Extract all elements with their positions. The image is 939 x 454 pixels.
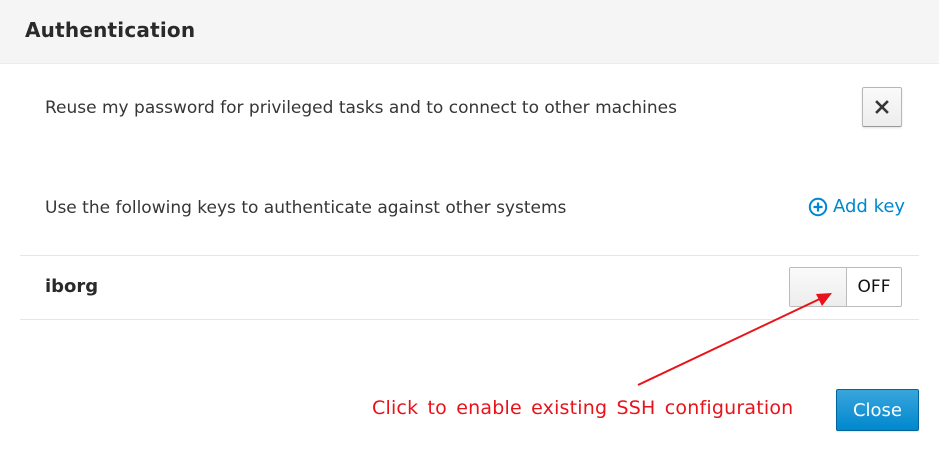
annotation-text: Click to enable existing SSH configurati… bbox=[372, 397, 794, 419]
toggle-state-label: OFF bbox=[857, 277, 891, 297]
authentication-dialog: Authentication Reuse my password for pri… bbox=[0, 0, 939, 454]
reuse-password-label: Reuse my password for privileged tasks a… bbox=[45, 98, 677, 118]
close-button[interactable]: Close bbox=[836, 389, 919, 431]
dialog-title: Authentication bbox=[25, 18, 196, 42]
add-key-link[interactable]: Add key bbox=[808, 196, 905, 217]
key-name: iborg bbox=[45, 276, 99, 297]
annotation-arrow bbox=[637, 293, 832, 386]
plus-circle-icon bbox=[808, 197, 828, 216]
key-row-divider-top bbox=[20, 255, 919, 256]
key-row-divider-bottom bbox=[20, 319, 919, 320]
close-icon bbox=[875, 100, 889, 114]
add-key-label: Add key bbox=[833, 196, 906, 217]
reuse-password-toggle-button[interactable] bbox=[862, 87, 902, 127]
keys-description: Use the following keys to authenticate a… bbox=[45, 198, 567, 218]
dialog-header: Authentication bbox=[0, 0, 939, 64]
toggle-handle[interactable] bbox=[790, 268, 847, 306]
key-enable-toggle[interactable]: OFF bbox=[789, 267, 902, 307]
